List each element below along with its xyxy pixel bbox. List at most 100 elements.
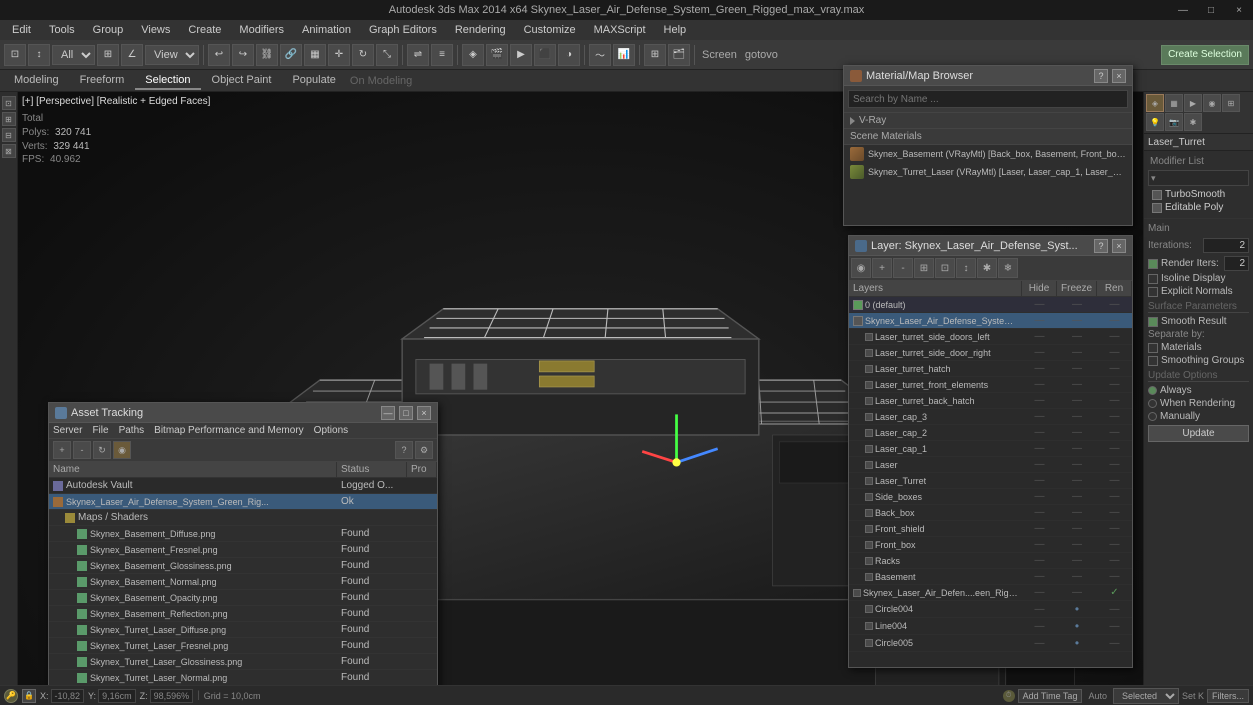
lp-layer-row-7[interactable]: Laser_cap_3 — — — <box>849 409 1132 425</box>
at-file-row-7[interactable]: Skynex_Turret_Laser_Fresnel.png Found <box>49 638 437 654</box>
always-radio[interactable] <box>1148 386 1157 395</box>
lp-layer-row-18[interactable]: Skynex_Laser_Air_Defen....een_Rigged_con… <box>849 585 1132 601</box>
lp-btn-merge[interactable]: ⊞ <box>914 258 934 278</box>
at-btn-settings[interactable]: ⚙ <box>415 441 433 459</box>
tab-modeling[interactable]: Modeling <box>4 72 69 90</box>
lp-btn-move[interactable]: ↕ <box>956 258 976 278</box>
render-setup-btn[interactable]: 🎬 <box>486 44 508 66</box>
filters-button[interactable]: Filters... <box>1207 689 1249 703</box>
curve-editor-btn[interactable]: 〜 <box>589 44 611 66</box>
lp-layer-row-8[interactable]: Laser_cap_2 — — — <box>849 425 1132 441</box>
at-col-status[interactable]: Status <box>337 462 407 477</box>
mb-material-0[interactable]: Skynex_Basement (VRayMtl) [Back_box, Bas… <box>844 145 1132 163</box>
rp-icon-motion[interactable]: ▶ <box>1184 94 1202 112</box>
menu-maxscript[interactable]: MAXScript <box>586 22 654 38</box>
asset-tracking-close[interactable]: × <box>417 406 431 420</box>
coord-x-value[interactable]: -10,82 <box>51 689 85 703</box>
lp-btn-current-layer[interactable]: ◉ <box>851 258 871 278</box>
mb-vray-toggle[interactable]: V-Ray <box>844 113 1132 129</box>
smoothing-groups-checkbox[interactable] <box>1148 356 1158 366</box>
at-file-row-2[interactable]: Skynex_Basement_Glossiness.png Found <box>49 558 437 574</box>
mb-close-btn[interactable]: × <box>1112 69 1126 83</box>
move-btn[interactable]: ↕ <box>28 44 50 66</box>
rotate-btn[interactable]: ↻ <box>352 44 374 66</box>
at-btn-active[interactable]: ◉ <box>113 441 131 459</box>
lp-layer-row-14[interactable]: Front_shield — — — <box>849 521 1132 537</box>
smooth-result-checkbox[interactable] <box>1148 317 1158 327</box>
minimize-button[interactable]: — <box>1169 0 1197 20</box>
rp-icon-utilities[interactable]: ⊞ <box>1222 94 1240 112</box>
update-button[interactable]: Update <box>1148 425 1249 442</box>
menu-animation[interactable]: Animation <box>294 22 359 38</box>
at-table-body[interactable]: Autodesk Vault Logged O... Skynex_Laser_… <box>49 478 437 685</box>
lp-close-btn[interactable]: × <box>1112 239 1126 253</box>
modifier-editpoly[interactable]: Editable Poly <box>1148 201 1249 214</box>
lp-layer-row-2[interactable]: Laser_turret_side_doors_left — — — <box>849 329 1132 345</box>
at-file-row-1[interactable]: Skynex_Basement_Fresnel.png Found <box>49 542 437 558</box>
sidebar-btn-2[interactable]: ⊞ <box>2 112 16 126</box>
scale-btn[interactable]: ⤡ <box>376 44 398 66</box>
menu-graph-editors[interactable]: Graph Editors <box>361 22 445 38</box>
at-btn-add[interactable]: + <box>53 441 71 459</box>
lp-layer-row-15[interactable]: Front_box — — — <box>849 537 1132 553</box>
mb-materials-list[interactable]: Skynex_Basement (VRayMtl) [Back_box, Bas… <box>844 145 1132 225</box>
at-maps-folder-row[interactable]: Maps / Shaders <box>49 510 437 526</box>
hierarchy-btn[interactable]: ▦ <box>304 44 326 66</box>
bind-btn[interactable]: 🔗 <box>280 44 302 66</box>
add-time-tag-btn[interactable]: Add Time Tag <box>1018 689 1083 703</box>
angle-snap-btn[interactable]: ∠ <box>121 44 143 66</box>
sidebar-btn-1[interactable]: ⊡ <box>2 96 16 110</box>
lp-layer-row-13[interactable]: Back_box — — — <box>849 505 1132 521</box>
at-file-row-0[interactable]: Skynex_Basement_Diffuse.png Found <box>49 526 437 542</box>
lp-btn-freeze[interactable]: ❄ <box>998 258 1018 278</box>
lp-help-btn[interactable]: ? <box>1094 239 1108 253</box>
undo-btn[interactable]: ↩ <box>208 44 230 66</box>
lp-layer-row-17[interactable]: Basement — — — <box>849 569 1132 585</box>
sidebar-btn-4[interactable]: ⊠ <box>2 144 16 158</box>
at-btn-remove[interactable]: - <box>73 441 91 459</box>
lp-layer-row-16[interactable]: Racks — — — <box>849 553 1132 569</box>
at-menu-file[interactable]: File <box>92 425 108 436</box>
lp-layer-row-4[interactable]: Laser_turret_hatch — — — <box>849 361 1132 377</box>
tab-freeform[interactable]: Freeform <box>70 72 135 90</box>
when-rendering-radio[interactable] <box>1148 399 1157 408</box>
mb-material-1[interactable]: Skynex_Turret_Laser (VRayMtl) [Laser, La… <box>844 163 1132 181</box>
create-selection-button[interactable]: Create Selection <box>1161 45 1249 65</box>
lp-btn-select[interactable]: ⊡ <box>935 258 955 278</box>
material-browser-titlebar[interactable]: Material/Map Browser ? × <box>844 66 1132 86</box>
sidebar-btn-3[interactable]: ⊟ <box>2 128 16 142</box>
lp-btn-add[interactable]: + <box>872 258 892 278</box>
object-type-dropdown[interactable]: All <box>52 45 95 65</box>
asset-tracking-titlebar[interactable]: Asset Tracking — □ × <box>49 403 437 423</box>
align-btn[interactable]: ≡ <box>431 44 453 66</box>
menu-edit[interactable]: Edit <box>4 22 39 38</box>
lp-layer-row-0[interactable]: 0 (default) — — — <box>849 297 1132 313</box>
menu-create[interactable]: Create <box>180 22 229 38</box>
render-btn[interactable]: ▶ <box>510 44 532 66</box>
at-file-row-5[interactable]: Skynex_Basement_Reflection.png Found <box>49 606 437 622</box>
menu-help[interactable]: Help <box>656 22 695 38</box>
dope-sheet-btn[interactable]: 📊 <box>613 44 635 66</box>
snap-btn[interactable]: ⊞ <box>97 44 119 66</box>
lp-btn-delete[interactable]: - <box>893 258 913 278</box>
lp-layer-row-12[interactable]: Side_boxes — — — <box>849 489 1132 505</box>
at-file-row-9[interactable]: Skynex_Turret_Laser_Normal.png Found <box>49 670 437 685</box>
render-iters-value[interactable]: 2 <box>1224 256 1249 271</box>
menu-group[interactable]: Group <box>85 22 132 38</box>
at-btn-help[interactable]: ? <box>395 441 413 459</box>
view-dropdown[interactable]: View <box>145 45 199 65</box>
at-btn-refresh[interactable]: ↻ <box>93 441 111 459</box>
scene-explorer-btn[interactable]: 🗂 <box>668 44 690 66</box>
layer-panel-titlebar[interactable]: Layer: Skynex_Laser_Air_Defense_Syst... … <box>849 236 1132 256</box>
lp-layer-row-3[interactable]: Laser_turret_side_door_right — — — <box>849 345 1132 361</box>
menu-customize[interactable]: Customize <box>516 22 584 38</box>
at-vault-row[interactable]: Autodesk Vault Logged O... <box>49 478 437 494</box>
mb-help-btn[interactable]: ? <box>1094 69 1108 83</box>
at-file-row-6[interactable]: Skynex_Turret_Laser_Diffuse.png Found <box>49 622 437 638</box>
asset-tracking-minimize[interactable]: — <box>381 406 395 420</box>
mirror-btn[interactable]: ⇌ <box>407 44 429 66</box>
tab-selection[interactable]: Selection <box>135 72 200 90</box>
iterations-value[interactable]: 2 <box>1203 238 1249 253</box>
materials-checkbox[interactable] <box>1148 343 1158 353</box>
at-col-pro[interactable]: Pro <box>407 462 437 477</box>
